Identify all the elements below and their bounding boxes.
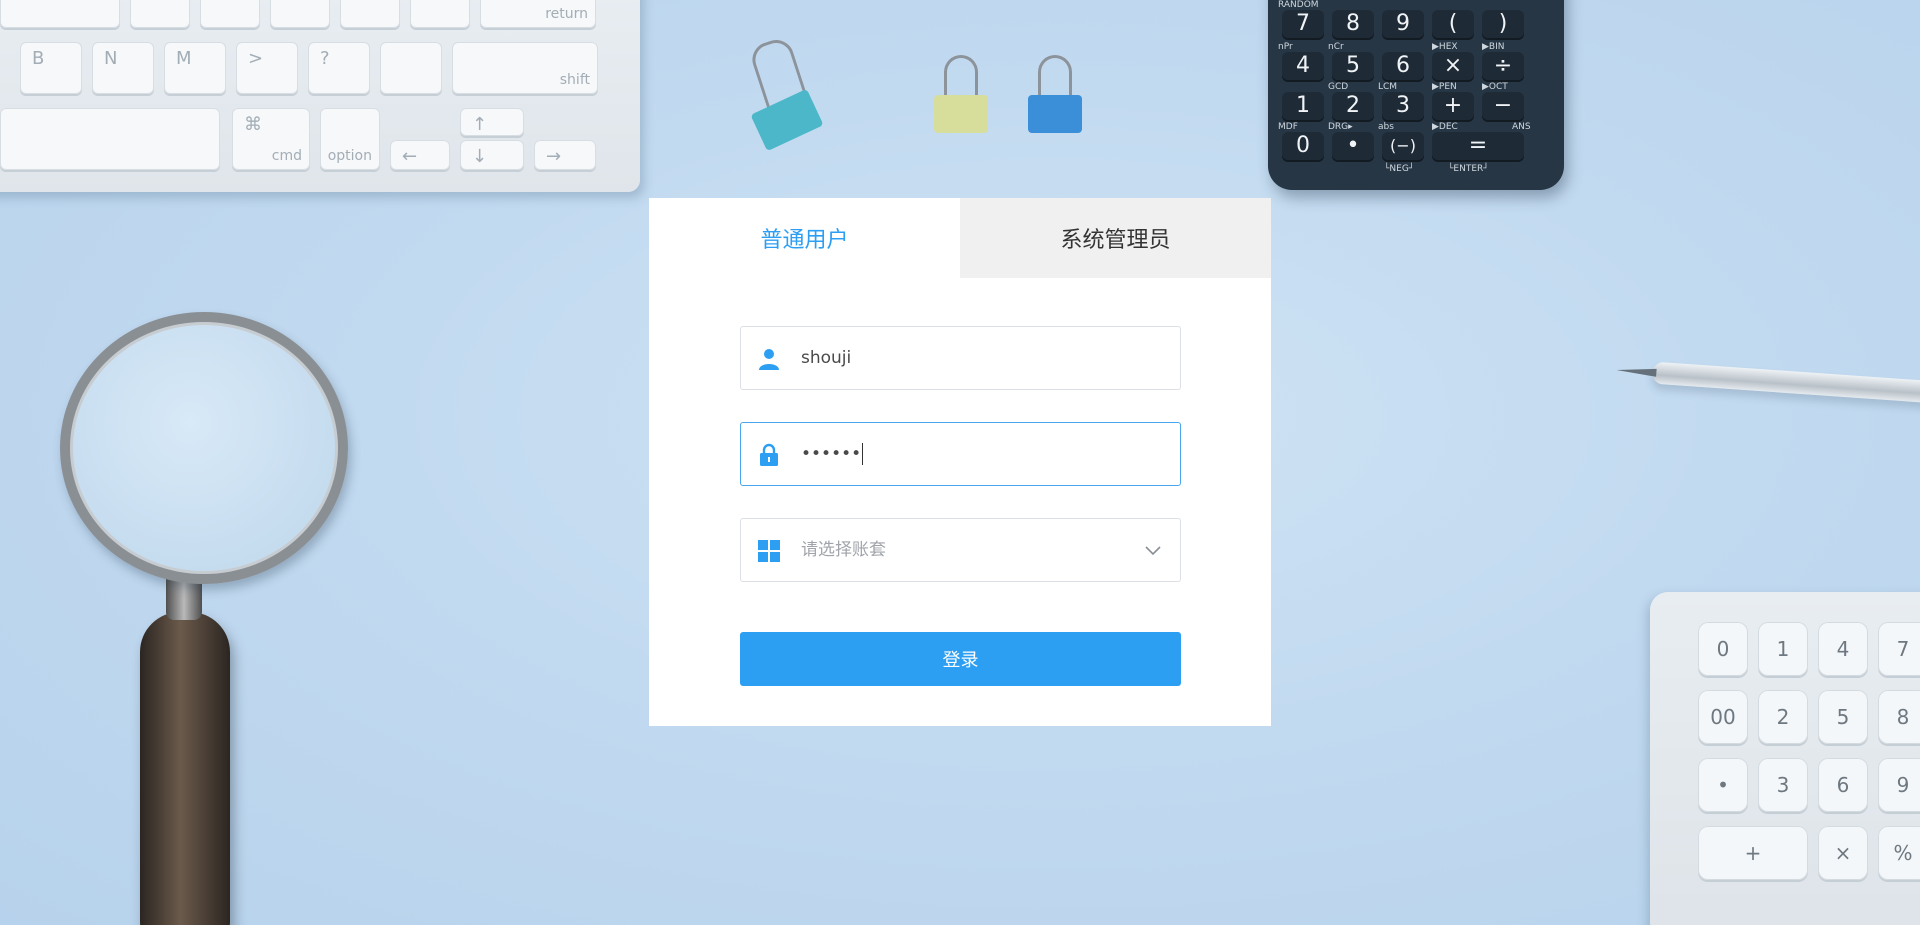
calculator-key: 4 — [1282, 52, 1324, 80]
keyboard-key-right: → — [534, 140, 596, 170]
numpad-key: 3 — [1758, 758, 1808, 812]
username-field[interactable]: shouji — [740, 326, 1181, 390]
calculator-key: ) — [1482, 10, 1524, 38]
calculator-key: 6 — [1382, 52, 1424, 80]
magnifier-handle-decoration — [140, 612, 230, 925]
user-icon — [759, 349, 779, 370]
numpad-key: 6 — [1818, 758, 1868, 812]
keyboard-key — [200, 0, 260, 28]
numpad-key: 8 — [1878, 690, 1920, 744]
binder-clip-decoration — [1022, 55, 1092, 135]
binder-clip-decoration — [928, 55, 998, 135]
calculator-label: ANS — [1512, 122, 1531, 132]
pen-decoration — [1651, 361, 1920, 405]
lock-icon — [760, 443, 778, 466]
calculator-label: ▶PEN — [1432, 82, 1457, 92]
numpad-key: 1 — [1758, 622, 1808, 676]
binder-clip-decoration — [736, 35, 836, 160]
numpad-key: 4 — [1818, 622, 1868, 676]
username-value: shouji — [801, 348, 852, 368]
keyboard-key-lt: > — [236, 42, 298, 94]
password-value-wrap: •••••• — [801, 423, 864, 485]
calculator-key: + — [1432, 92, 1474, 120]
calculator-label: ▶OCT — [1482, 82, 1508, 92]
numpad-key: × — [1818, 826, 1868, 880]
calculator-label: DRG▸ — [1328, 122, 1353, 132]
login-card: 普通用户 系统管理员 shouji •••••• 请选择账套 登录 — [649, 198, 1271, 726]
password-field[interactable]: •••••• — [740, 422, 1181, 486]
magnifier-lens-decoration — [60, 312, 348, 584]
calculator-label: nPr — [1278, 42, 1293, 52]
password-value: •••••• — [801, 444, 862, 464]
numpad-key: % — [1878, 826, 1920, 880]
calculator-key: ( — [1432, 10, 1474, 38]
login-tabs: 普通用户 系统管理员 — [649, 198, 1271, 278]
keyboard-key-down: ↓ — [460, 140, 524, 170]
account-set-placeholder: 请选择账套 — [801, 540, 886, 560]
keyboard-key — [410, 0, 470, 28]
account-set-select[interactable]: 请选择账套 — [740, 518, 1181, 582]
grid-icon — [758, 540, 780, 562]
calculator-key: ÷ — [1482, 52, 1524, 80]
keyboard-key — [340, 0, 400, 28]
numpad-key: 00 — [1698, 690, 1748, 744]
keyboard-key — [270, 0, 330, 28]
calculator-key: 2 — [1332, 92, 1374, 120]
keyboard-key — [130, 0, 190, 28]
calculator-key: × — [1432, 52, 1474, 80]
calculator-decoration: RANDOM 7 8 9 ( ) nPr nCr ▶HEX ▶BIN 4 5 6… — [1268, 0, 1564, 190]
keyboard-key-question — [380, 42, 442, 94]
calculator-key: 8 — [1332, 10, 1374, 38]
calculator-label: ▶HEX — [1432, 42, 1458, 52]
keyboard-key-left: ← — [390, 140, 450, 170]
numpad-key: 5 — [1818, 690, 1868, 744]
calculator-key: 5 — [1332, 52, 1374, 80]
login-form: shouji •••••• 请选择账套 — [740, 326, 1181, 614]
calculator-label: RANDOM — [1278, 0, 1319, 10]
calculator-label: ▶BIN — [1482, 42, 1505, 52]
login-button[interactable]: 登录 — [740, 632, 1181, 686]
calculator-key: 0 — [1282, 132, 1324, 160]
calculator-label: LCM — [1378, 82, 1398, 92]
calculator-key: = — [1432, 132, 1524, 160]
keyboard-key-return: return — [480, 0, 596, 28]
keyboard-key-up: ↑ — [460, 108, 524, 136]
tab-regular-user[interactable]: 普通用户 — [649, 198, 960, 278]
calculator-key: 1 — [1282, 92, 1324, 120]
calculator-key: 3 — [1382, 92, 1424, 120]
calculator-label: ▶DEC — [1432, 122, 1458, 132]
chevron-down-icon[interactable] — [1144, 541, 1162, 559]
keyboard-key-cmd: ⌘ cmd — [232, 108, 310, 170]
keyboard-key-shift: shift — [452, 42, 598, 94]
keyboard-key-b: B — [20, 42, 82, 94]
keyboard-key — [0, 0, 120, 28]
numpad-key: + — [1698, 826, 1808, 880]
calculator-label: └ENTER┘ — [1448, 164, 1489, 174]
keyboard-key-m: M — [164, 42, 226, 94]
text-caret — [862, 443, 864, 465]
numpad-key: 7 — [1878, 622, 1920, 676]
keyboard-key-n: N — [92, 42, 154, 94]
numpad-key: 9 — [1878, 758, 1920, 812]
numpad-key: • — [1698, 758, 1748, 812]
calculator-label: abs — [1378, 122, 1394, 132]
keyboard-key-space — [0, 108, 220, 170]
keyboard-decoration: return B N M > ? shift ⌘ cmd option ← ↑ ↓… — [0, 0, 640, 192]
calculator-label: MDF — [1278, 122, 1298, 132]
keyboard-key-gt: ? — [308, 42, 370, 94]
calculator-label: └NEG┘ — [1384, 164, 1415, 174]
calculator-label: nCr — [1328, 42, 1344, 52]
calculator-key: 9 — [1382, 10, 1424, 38]
calculator-label: GCD — [1328, 82, 1349, 92]
calculator-key: (−) — [1382, 132, 1424, 160]
calculator-key: • — [1332, 132, 1374, 160]
tab-system-admin[interactable]: 系统管理员 — [960, 198, 1271, 278]
numpad-key: 2 — [1758, 690, 1808, 744]
numpad-decoration: 0 1 4 7 00 2 5 8 • 3 6 9 + × % — [1650, 592, 1920, 925]
calculator-key: − — [1482, 92, 1524, 120]
numpad-key: 0 — [1698, 622, 1748, 676]
keyboard-key-option: option — [320, 108, 380, 170]
calculator-key: 7 — [1282, 10, 1324, 38]
